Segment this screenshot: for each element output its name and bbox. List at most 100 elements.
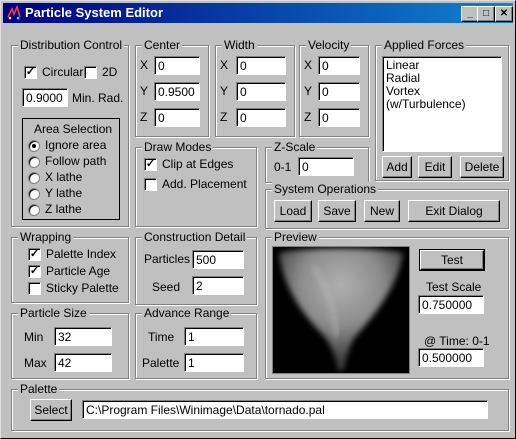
particle-size-title: Particle Size [18,306,89,320]
preview-canvas [272,246,410,374]
circular-checkbox[interactable]: ✓ [24,66,37,79]
velocity-z-label: Z [304,110,312,124]
size-max-label: Max [24,356,47,370]
velocity-y-input[interactable]: 0 [318,82,360,101]
particle-age-check-mark: ✓ [29,265,40,277]
y-lathe-label: Y lathe [45,186,83,200]
app-icon [7,5,21,20]
center-title: Center [142,38,183,52]
width-z-label: Z [220,110,228,124]
palette-index-checkbox[interactable]: ✓ [28,248,41,261]
particle-age-checkbox[interactable]: ✓ [28,265,41,278]
maximize-button[interactable]: □ [477,6,495,22]
radio-follow-path[interactable] [28,156,40,168]
palette-title: Palette [18,382,60,396]
seed-input[interactable]: 2 [192,276,244,295]
radio-y-lathe[interactable] [28,188,40,200]
system-operations-group: System Operations Load Save New Exit Dia… [265,182,509,229]
size-min-input[interactable]: 32 [54,327,112,346]
advance-range-group: Advance Range Time 1 Palette 1 [135,306,257,379]
width-z-input[interactable]: 0 [236,108,286,127]
palette-path-input[interactable]: C:\Program Files\Winimage\Data\tornado.p… [82,400,488,419]
2d-checkbox[interactable] [84,66,97,79]
center-y-input[interactable]: 0.9500 [154,82,200,101]
test-scale-label: Test Scale [426,280,482,294]
width-x-input[interactable]: 0 [236,56,286,75]
add-force-button[interactable]: Add [382,156,412,178]
clip-at-edges-label: Clip at Edges [162,157,234,171]
construction-detail-group: Construction Detail Particles 500 Seed 2 [135,230,257,305]
forces-list[interactable]: Linear Radial Vortex (w/Turbulence) [382,56,502,152]
width-title: Width [222,38,257,52]
particles-label: Particles [144,252,191,266]
z-lathe-label: Z lathe [45,202,82,216]
advance-range-title: Advance Range [142,306,232,320]
title-bar[interactable]: Particle System Editor _ □ ✕ [3,3,513,23]
area-selection-title: Area Selection [34,122,113,136]
radio-ignore-area[interactable] [28,140,40,152]
delete-force-button[interactable]: Delete [460,156,504,178]
z-scale-input[interactable]: 0 [298,157,354,176]
particle-size-group: Particle Size Min 32 Max 42 [11,306,129,379]
preview-group: Preview Test Test Scale 0.750000 @ Time:… [265,230,509,379]
advance-palette-input[interactable]: 1 [184,353,244,372]
draw-modes-group: Draw Modes ✓ Clip at Edges Add. Placemen… [135,140,257,227]
system-operations-title: System Operations [272,182,379,196]
center-z-input[interactable]: 0 [154,108,200,127]
min-rad-input[interactable]: 0.9000 [22,88,68,107]
new-button[interactable]: New [364,200,400,222]
wrapping-title: Wrapping [18,230,74,244]
load-button[interactable]: Load [274,200,312,222]
ignore-area-label: Ignore area [45,138,107,152]
2d-label: 2D [102,65,118,79]
test-time-input[interactable]: 0.500000 [418,348,484,367]
applied-forces-group: Applied Forces Linear Radial Vortex (w/T… [375,38,509,181]
size-min-label: Min [24,330,44,344]
circular-check-mark: ✓ [25,66,36,78]
radio-x-lathe[interactable] [28,172,40,184]
radio-z-lathe[interactable] [28,204,40,216]
sticky-palette-checkbox[interactable] [28,282,41,295]
edit-force-button[interactable]: Edit [418,156,452,178]
force-item-vortex[interactable]: Vortex (w/Turbulence) [386,85,498,111]
add-placement-checkbox[interactable] [144,178,157,191]
area-selection-box: Area Selection Ignore area Follow path X… [22,118,120,220]
z-scale-title: Z-Scale [272,140,318,154]
width-group: Width X 0 Y 0 Z 0 [215,38,295,137]
follow-path-label: Follow path [45,154,107,168]
velocity-x-input[interactable]: 0 [318,56,360,75]
size-max-input[interactable]: 42 [54,353,112,372]
z-scale-range-label: 0-1 [274,160,292,174]
min-rad-label: Min. Rad. [72,91,124,105]
save-button[interactable]: Save [318,200,356,222]
test-time-label: @ Time: 0-1 [424,334,490,348]
clip-at-edges-checkbox[interactable]: ✓ [144,158,157,171]
particles-input[interactable]: 500 [192,250,244,269]
distribution-control-group: Distribution Control ✓ Circular 2D 0.900… [11,38,129,227]
construction-detail-title: Construction Detail [142,230,248,244]
circular-label: Circular [42,65,84,79]
tornado-preview-image [279,248,403,371]
width-y-input[interactable]: 0 [236,82,286,101]
center-x-label: X [140,58,149,72]
advance-time-input[interactable]: 1 [184,327,244,346]
advance-palette-label: Palette [142,356,180,370]
z-scale-group: Z-Scale 0-1 0 [265,140,369,183]
palette-index-check-mark: ✓ [29,248,40,260]
velocity-x-label: X [304,58,313,72]
width-y-label: Y [220,84,229,98]
center-y-label: Y [140,84,149,98]
test-scale-input[interactable]: 0.750000 [418,295,484,314]
velocity-z-input[interactable]: 0 [318,108,360,127]
center-x-input[interactable]: 0 [154,56,200,75]
exit-dialog-button[interactable]: Exit Dialog [408,200,500,222]
close-button[interactable]: ✕ [495,6,513,22]
add-placement-label: Add. Placement [162,177,247,191]
particle-age-label: Particle Age [46,264,111,278]
select-palette-button[interactable]: Select [30,399,72,421]
x-lathe-label: X lathe [45,170,83,184]
particle-system-editor-window: Particle System Editor _ □ ✕ Distributio… [0,0,516,439]
seed-label: Seed [152,280,181,294]
test-button[interactable]: Test [419,249,485,271]
advance-time-label: Time [148,330,175,344]
